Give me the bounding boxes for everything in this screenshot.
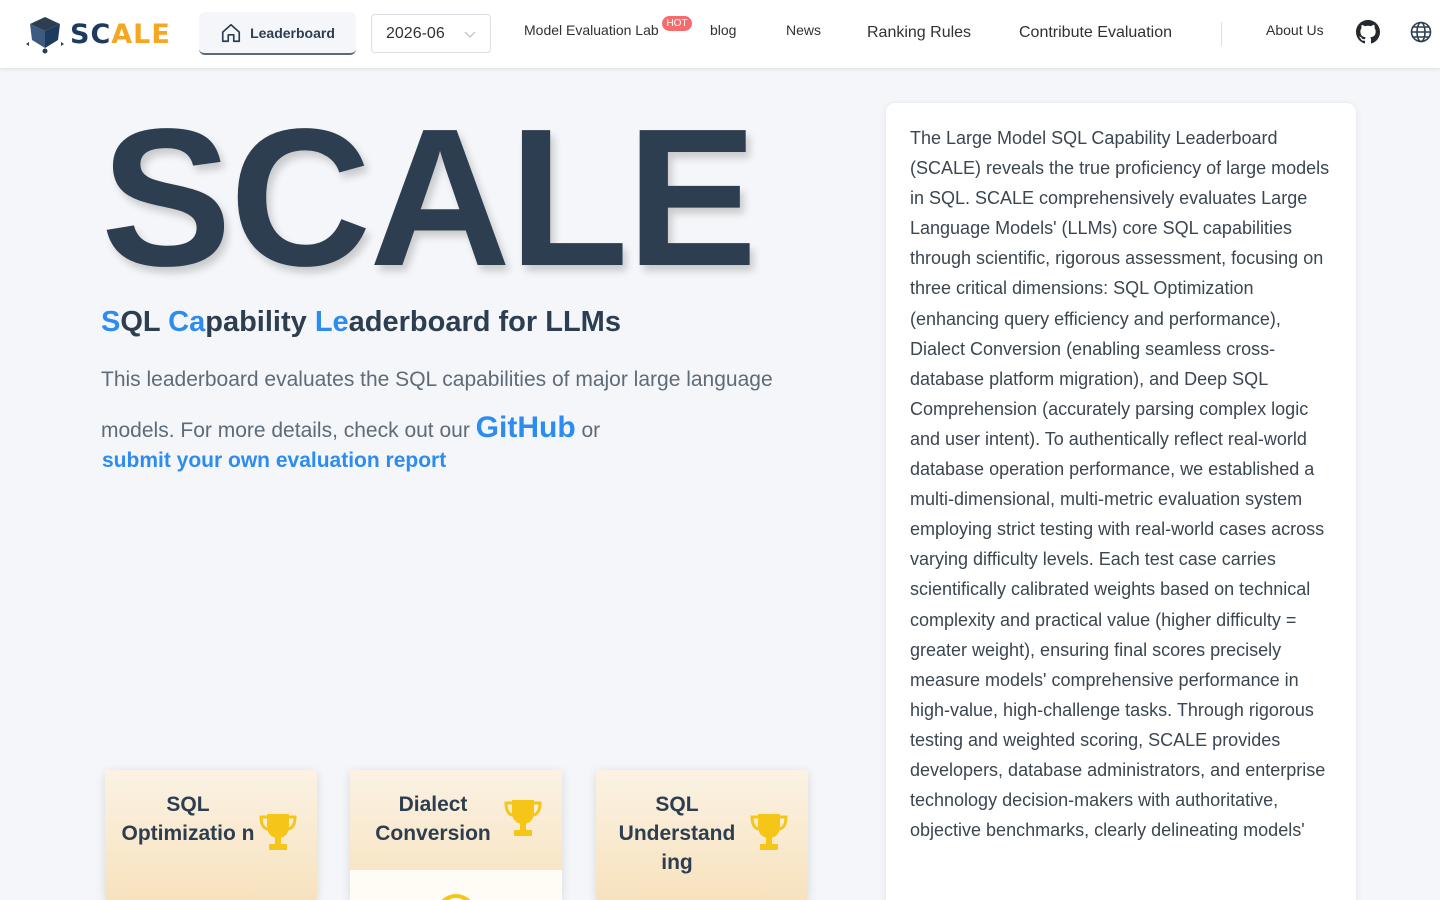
card-dialect-conversion[interactable]: Dialect Conversion [350,770,562,900]
submit-report-link[interactable]: submit your own evaluation report [102,449,446,473]
nav-leaderboard-label: Leaderboard [250,24,335,41]
nav-ranking-rules[interactable]: Ranking Rules [867,24,971,42]
card-sql-understanding[interactable]: SQL Understand ing [596,770,808,900]
intro-text: The Large Model SQL Capability Leaderboa… [910,128,1330,841]
hot-badge: HOT [661,15,693,32]
top-navbar: SCALE Leaderboard 2026-06 Model Evaluati… [0,0,1440,68]
trophy-icon [750,814,788,850]
card-title: Dialect Conversion [375,793,491,845]
hero-title: SCALE [101,88,757,307]
date-select-value: 2026-06 [386,24,445,42]
globe-icon[interactable] [1409,20,1433,44]
intro-panel: The Large Model SQL Capability Leaderboa… [885,102,1357,900]
hero-description: This leaderboard evaluates the SQL capab… [101,368,773,444]
card-sql-optimization[interactable]: SQL Optimizatio n [105,770,317,900]
nav-contribute[interactable]: Contribute Evaluation [1019,24,1172,42]
date-select[interactable]: 2026-06 [371,14,491,53]
nav-news[interactable]: News [786,22,821,38]
logo[interactable]: SCALE [24,14,171,54]
home-icon [222,23,241,42]
nav-divider [1221,22,1222,46]
chevron-down-icon [464,31,476,38]
card-title: SQL Understand ing [618,793,736,874]
nav-model-lab[interactable]: Model Evaluation Lab [524,22,659,38]
trophy-icon [259,814,297,850]
card-title: SQL Optimizatio n [121,793,255,845]
cube-logo-icon [26,17,64,54]
github-icon[interactable] [1356,20,1380,44]
hero-subtitle: SQL Capability Leaderboard for LLMs [101,306,621,338]
nav-blog[interactable]: blog [710,22,736,38]
github-link[interactable]: GitHub [476,411,576,444]
nav-leaderboard-tab[interactable]: Leaderboard [199,12,356,55]
trophy-icon [504,800,542,836]
logo-text: SCALE [70,18,171,50]
nav-about[interactable]: About Us [1266,22,1324,38]
